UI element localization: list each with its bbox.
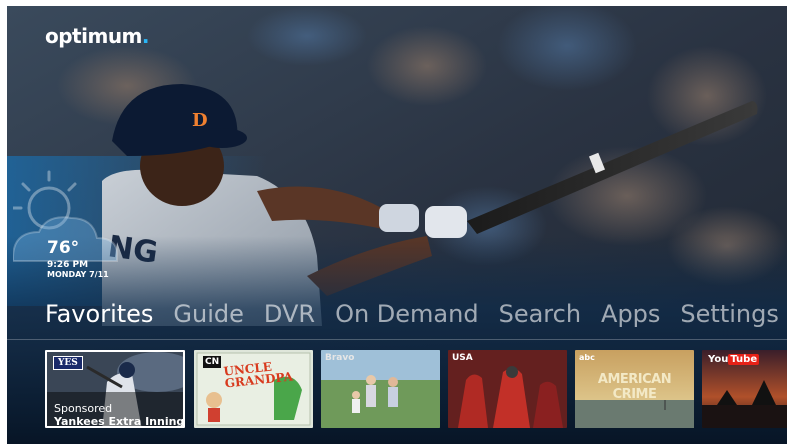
tile-bravo[interactable]: Bravo	[321, 350, 440, 428]
sponsored-label: Sponsored	[54, 402, 113, 415]
tile-title: Yankees Extra Innings	[54, 415, 185, 428]
abc-logo: abc	[579, 353, 595, 362]
nav-guide[interactable]: Guide	[173, 300, 243, 328]
show-title: AMERICAN CRIME	[597, 372, 672, 402]
nav-dvr[interactable]: DVR	[264, 300, 315, 328]
bravo-logo: Bravo	[325, 353, 355, 363]
youtube-logo-tube: Tube	[728, 354, 760, 365]
tile-yankees-extra-innings[interactable]: YES Sponsored Yankees Extra Innings	[45, 350, 185, 428]
youtube-logo: You Tube	[708, 354, 760, 365]
nav-on-demand[interactable]: On Demand	[335, 300, 479, 328]
tile-american-crime[interactable]: abc AMERICAN CRIME	[575, 350, 694, 428]
tv-screen: NG D optimum. 76° 9:26 PM MON	[7, 6, 787, 444]
yes-network-logo: YES	[53, 356, 83, 370]
nav-divider	[7, 339, 787, 340]
temperature: 76°	[47, 238, 80, 258]
current-date: MONDAY 7/11	[47, 270, 109, 279]
tile-uncle-grandpa[interactable]: CN UNCLE GRANDPA	[194, 350, 313, 428]
nav-settings[interactable]: Settings	[680, 300, 778, 328]
nav-favorites[interactable]: Favorites	[45, 300, 153, 328]
nav-search[interactable]: Search	[499, 300, 581, 328]
main-nav: Favorites Guide DVR On Demand Search App…	[45, 300, 779, 330]
brand-dot: .	[141, 24, 150, 48]
optimum-logo: optimum.	[45, 24, 150, 48]
svg-text:D: D	[192, 110, 208, 131]
current-time: 9:26 PM	[47, 260, 89, 270]
weather-widget: 76° 9:26 PM MONDAY 7/11	[47, 239, 109, 279]
youtube-logo-you: You	[708, 354, 729, 365]
tile-usa[interactable]: USA	[448, 350, 567, 428]
nav-apps[interactable]: Apps	[601, 300, 660, 328]
tile-youtube[interactable]: You Tube	[702, 350, 787, 428]
brand-name: optimum	[45, 24, 142, 48]
usa-network-logo: USA	[452, 353, 473, 363]
cartoon-network-logo: CN	[203, 356, 222, 368]
